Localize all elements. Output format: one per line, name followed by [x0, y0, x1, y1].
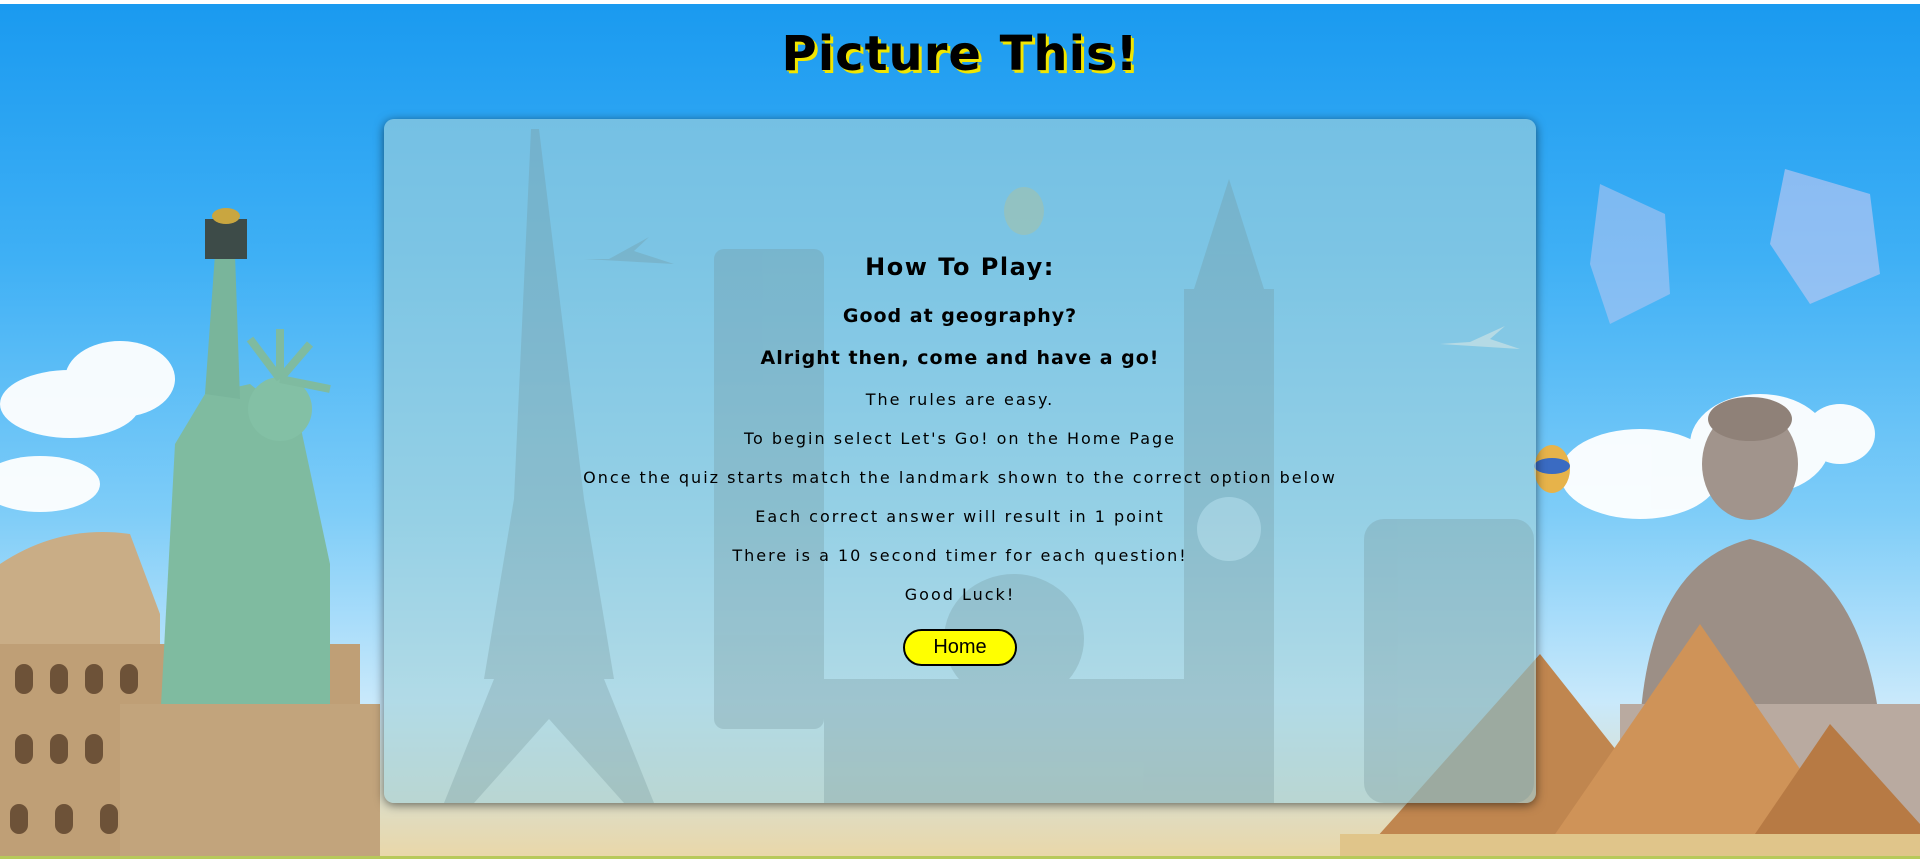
statue-of-liberty [120, 208, 380, 856]
page-title: Picture This! [781, 26, 1139, 82]
rule-line: To begin select Let's Go! on the Home Pa… [743, 429, 1177, 448]
home-button[interactable]: Home [903, 629, 1017, 666]
invitation-text: Alright then, come and have a go! [760, 347, 1160, 369]
geography-question: Good at geography? [842, 305, 1078, 327]
good-luck-text: Good Luck! [904, 585, 1016, 604]
rule-line: Once the quiz starts match the landmark … [583, 468, 1337, 487]
rule-line: There is a 10 second timer for each ques… [732, 546, 1188, 565]
rule-line: Each correct answer will result in 1 poi… [755, 507, 1165, 526]
rule-line: The rules are easy. [865, 390, 1055, 409]
rules-card: How To Play: Good at geography? Alright … [384, 119, 1536, 803]
how-to-play-heading: How To Play: [865, 253, 1055, 281]
